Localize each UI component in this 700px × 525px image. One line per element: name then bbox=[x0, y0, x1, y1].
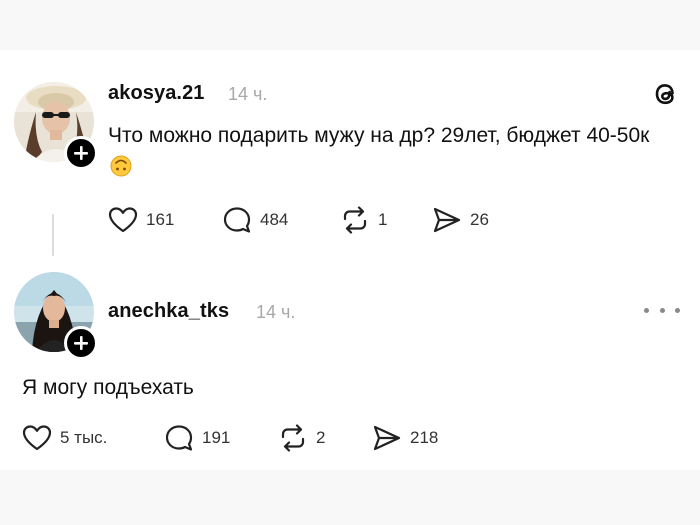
reply-comment-count: 191 bbox=[202, 428, 231, 447]
post-text-content: Что можно подарить мужу на др? 29лет, бю… bbox=[108, 124, 650, 147]
post-text: Что можно подарить мужу на др? 29лет, бю… bbox=[108, 120, 668, 184]
repost-icon bbox=[281, 424, 305, 452]
reply-repost-button[interactable]: 2 bbox=[278, 424, 325, 452]
reply-follow-plus-icon[interactable] bbox=[64, 326, 98, 360]
heart-icon bbox=[22, 425, 52, 451]
post-share-count: 26 bbox=[470, 210, 489, 229]
send-icon bbox=[373, 425, 401, 451]
heart-icon bbox=[108, 207, 138, 233]
more-dot bbox=[644, 307, 649, 313]
post-comment-button[interactable]: 484 bbox=[222, 206, 288, 234]
reply-timestamp: 14 ч. bbox=[256, 302, 296, 322]
reply-username[interactable]: anechka_tks bbox=[108, 300, 229, 323]
post-like-count: 161 bbox=[146, 210, 175, 229]
repost-icon bbox=[343, 206, 367, 234]
send-icon bbox=[433, 207, 461, 233]
post-username[interactable]: akosya.21 bbox=[108, 82, 205, 105]
more-dot bbox=[659, 307, 665, 313]
bottom-strip bbox=[0, 470, 700, 525]
more-options-icon[interactable] bbox=[644, 300, 680, 320]
reply-repost-count: 2 bbox=[316, 428, 326, 447]
plus-icon bbox=[74, 146, 88, 160]
reply-like-count: 5 тыс. bbox=[60, 428, 108, 447]
post-repost-count: 1 bbox=[378, 210, 388, 229]
thread-card bbox=[0, 50, 700, 470]
plus-icon bbox=[74, 336, 88, 350]
reply-like-button[interactable]: 5 тыс. bbox=[22, 424, 107, 452]
comment-bubble-icon bbox=[223, 207, 251, 233]
post-comment-count: 484 bbox=[260, 210, 289, 229]
post-repost-button[interactable]: 1 bbox=[340, 206, 387, 234]
post-timestamp: 14 ч. bbox=[228, 84, 268, 104]
reply-share-button[interactable]: 218 bbox=[372, 424, 438, 452]
threads-logo-icon[interactable] bbox=[650, 78, 682, 110]
top-strip bbox=[0, 0, 700, 50]
more-dot bbox=[675, 307, 680, 313]
thread-connector-line bbox=[52, 214, 54, 256]
reply-comment-button[interactable]: 191 bbox=[164, 424, 230, 452]
post-like-button[interactable]: 161 bbox=[108, 206, 174, 234]
upside-down-face-emoji bbox=[110, 155, 132, 177]
post-follow-plus-icon[interactable] bbox=[64, 136, 98, 170]
post-share-button[interactable]: 26 bbox=[432, 206, 489, 234]
comment-bubble-icon bbox=[165, 425, 193, 451]
reply-share-count: 218 bbox=[410, 428, 439, 447]
reply-text: Я могу подъехать bbox=[22, 376, 194, 399]
